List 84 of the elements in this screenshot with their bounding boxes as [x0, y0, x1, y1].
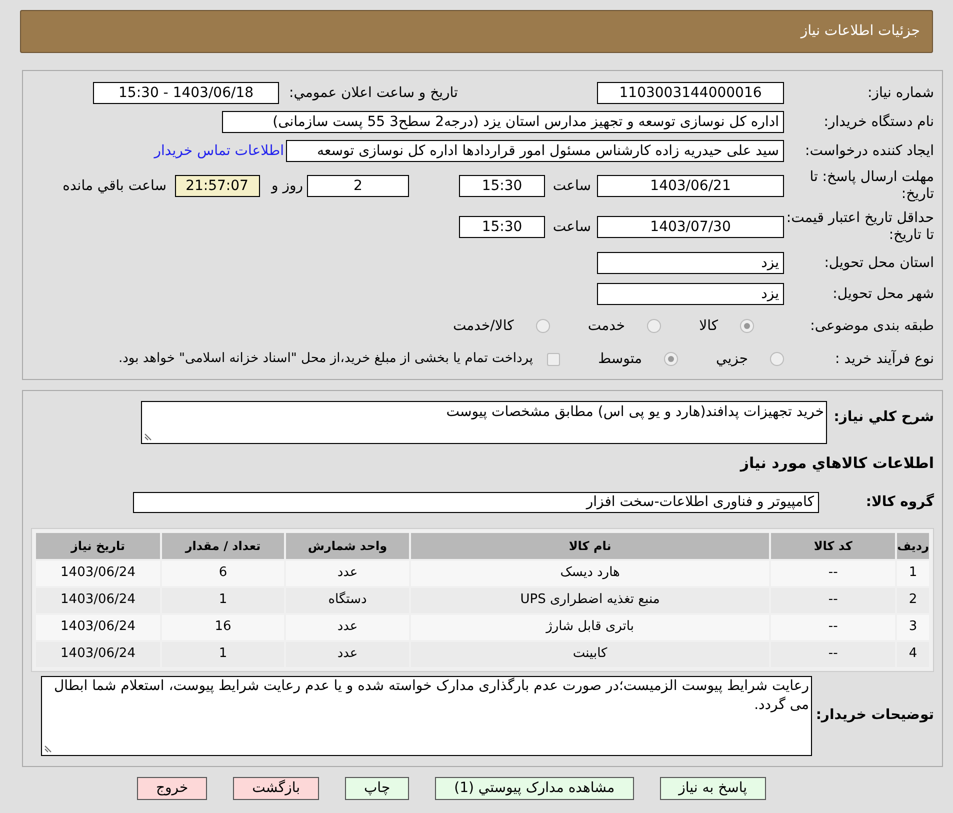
action-button[interactable]: خروج [136, 776, 208, 800]
table-cell: 6 [162, 560, 284, 586]
radio-button[interactable] [770, 352, 784, 366]
text-field[interactable]: یزد [597, 283, 784, 305]
table-cell: باتری قابل شارژ [411, 614, 770, 640]
radio-button[interactable] [664, 352, 678, 366]
text-field[interactable]: 1403/07/30 [597, 216, 784, 238]
table-cell: 1403/06/24 [36, 588, 160, 612]
field-label: شماره نیاز: [866, 84, 934, 102]
text-field[interactable]: 15:30 [459, 216, 545, 238]
checkbox-label: پرداخت تمام یا بخشی از مبلغ خرید،از محل "اسناد خزانه اسلامی" خواهد بود. [118, 350, 534, 368]
field-label: ایجاد کننده درخواست: [804, 142, 934, 160]
table-cell: عدد [286, 560, 409, 586]
radio-label: خدمت [588, 316, 626, 336]
radio-button[interactable] [647, 319, 662, 333]
field-label: طبقه بندی موضوعی: [809, 318, 934, 334]
field-label: نام دستگاه خریدار: [822, 114, 934, 130]
contact-link[interactable]: اطلاعات تماس خریدار [154, 140, 284, 162]
radio-label: متوسط [598, 350, 642, 368]
field-label: ساعت [552, 176, 592, 196]
radio-label: کالا [699, 316, 718, 336]
column-header: واحد شمارش [286, 532, 409, 558]
section-heading: اطلاعات کالاهاي مورد نیاز [738, 453, 934, 474]
field-label: شهر محل تحویل: [832, 286, 934, 302]
field-label: ساعت باقي مانده [62, 176, 168, 196]
radio-label: کالا/خدمت [452, 316, 514, 336]
column-header: نام کالا [411, 532, 770, 558]
summary-textarea[interactable]: خرید تجهیزات پدافند(هارد و یو پی اس) مطابق مشخصات پیوست [141, 401, 827, 444]
field-label: استان محل تحویل: [823, 254, 934, 272]
table-cell: 16 [162, 614, 284, 640]
text-field[interactable]: اداره کل نوسازی توسعه و تجهیز مدارس استان یزد (درجه2 سطح3 55 پست سازمانی) [222, 111, 784, 133]
radio-button[interactable] [740, 319, 754, 333]
column-header: ردیف [897, 532, 929, 558]
field-label: ساعت [552, 218, 592, 236]
countdown-field[interactable]: 21:57:07 [174, 175, 260, 197]
field-label: روز و [272, 176, 304, 196]
checkbox[interactable] [547, 352, 560, 366]
text-field[interactable]: یزد [597, 252, 784, 274]
table-cell: 2 [897, 588, 929, 612]
column-header: تاریخ نیاز [36, 532, 160, 558]
text-field[interactable]: 1403/06/18 - 15:30 [93, 82, 279, 104]
table-cell: 1403/06/24 [36, 642, 160, 666]
resize-grip-icon [144, 432, 153, 441]
text-field[interactable]: 1103003144000016 [597, 82, 784, 104]
action-button[interactable]: پاسخ به نیاز [660, 776, 766, 800]
field-label: گروه کالا: [864, 494, 934, 510]
table-cell: منبع تغذیه اضطراری UPS [411, 588, 770, 612]
table-cell: عدد [286, 642, 409, 666]
table-cell: -- [771, 614, 896, 640]
field-label: نوع فرآیند خرید : [834, 350, 934, 368]
table-cell: هارد دیسک [411, 560, 770, 586]
table-cell: عدد [286, 614, 409, 640]
field-label: مهلت ارسال پاسخ: تا تاریخ: [808, 169, 934, 203]
table-cell: -- [771, 588, 896, 612]
table-cell: 1 [897, 560, 929, 586]
notes-textarea[interactable]: رعایت شرایط پیوست الزمیست؛در صورت عدم بارگذاری مدارک خواسته شده و یا عدم رعایت شرایط پیوست، استعلام شما ابطال می گردد. [41, 676, 812, 756]
action-button[interactable]: مشاهده مدارک پیوستي (1) [435, 776, 634, 800]
column-header: تعداد / مقدار [162, 532, 284, 558]
radio-button[interactable] [536, 319, 550, 333]
radio-label: جزيي [716, 350, 748, 368]
table-cell: 3 [897, 614, 929, 640]
field-label: تاریخ و ساعت اعلان عمومي: [288, 84, 459, 102]
page-title: جزئیات اطلاعات نیاز [800, 22, 920, 41]
text-field[interactable]: کامپیوتر و فناوری اطلاعات-سخت افزار [133, 492, 819, 512]
table-cell: -- [771, 642, 896, 666]
resize-grip-icon [44, 744, 53, 752]
table-cell: کابینت [411, 642, 770, 666]
table-cell: 1403/06/24 [36, 560, 160, 586]
table-cell: -- [771, 560, 896, 586]
field-label: حداقل تاریخ اعتبار قیمت: تا تاریخ: [785, 210, 934, 244]
table-cell: 1 [162, 642, 284, 666]
table-cell: 4 [897, 642, 929, 666]
table-cell: 1403/06/24 [36, 614, 160, 640]
text-field[interactable]: سید علی حیدریه زاده کارشناس مسئول امور قراردادها اداره کل نوسازی توسعه [286, 140, 784, 162]
action-button[interactable]: بازگشت [233, 776, 319, 800]
field-label: توضیحات خریدار: [814, 707, 934, 724]
text-field[interactable]: 15:30 [459, 175, 545, 197]
action-button[interactable]: چاپ [345, 776, 410, 800]
text-field[interactable]: 1403/06/21 [597, 175, 784, 197]
column-header: کد کالا [771, 532, 896, 558]
table-cell: 1 [162, 588, 284, 612]
text-field[interactable]: 2 [307, 175, 409, 197]
table-cell: دستگاه [286, 588, 409, 612]
field-label: شرح کلي نیاز: [832, 408, 934, 426]
